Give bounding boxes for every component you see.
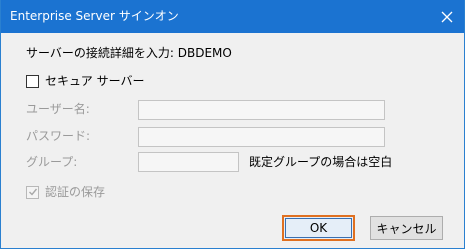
- sign-on-dialog: Enterprise Server サインオン サーバーの接続詳細を入力: DB…: [0, 0, 465, 249]
- secure-server-label[interactable]: セキュア サーバー: [45, 74, 144, 88]
- close-icon: [441, 11, 453, 22]
- ok-button[interactable]: OK: [282, 215, 355, 241]
- password-field[interactable]: [138, 127, 385, 147]
- checkmark-icon: [29, 188, 38, 196]
- username-label: ユーザー名:: [26, 102, 90, 116]
- save-auth-checkbox[interactable]: [26, 186, 39, 199]
- ok-button-label: OK: [309, 221, 328, 235]
- ok-button-focus: OK: [285, 218, 352, 238]
- cancel-button[interactable]: キャンセル: [370, 216, 443, 240]
- group-label: グループ:: [26, 155, 78, 169]
- cancel-button-label: キャンセル: [376, 221, 437, 236]
- secure-server-checkbox[interactable]: [26, 75, 39, 88]
- close-button[interactable]: [430, 0, 464, 33]
- group-field[interactable]: [138, 152, 239, 172]
- title-bar[interactable]: Enterprise Server サインオン: [1, 0, 464, 33]
- username-field[interactable]: [138, 100, 385, 120]
- group-hint: 既定グループの場合は空白: [249, 155, 393, 169]
- password-label: パスワード:: [26, 129, 91, 143]
- connection-detail-label: サーバーの接続詳細を入力: DBDEMO: [26, 46, 232, 60]
- save-auth-label: 認証の保存: [45, 185, 106, 199]
- window-title: Enterprise Server サインオン: [10, 9, 179, 23]
